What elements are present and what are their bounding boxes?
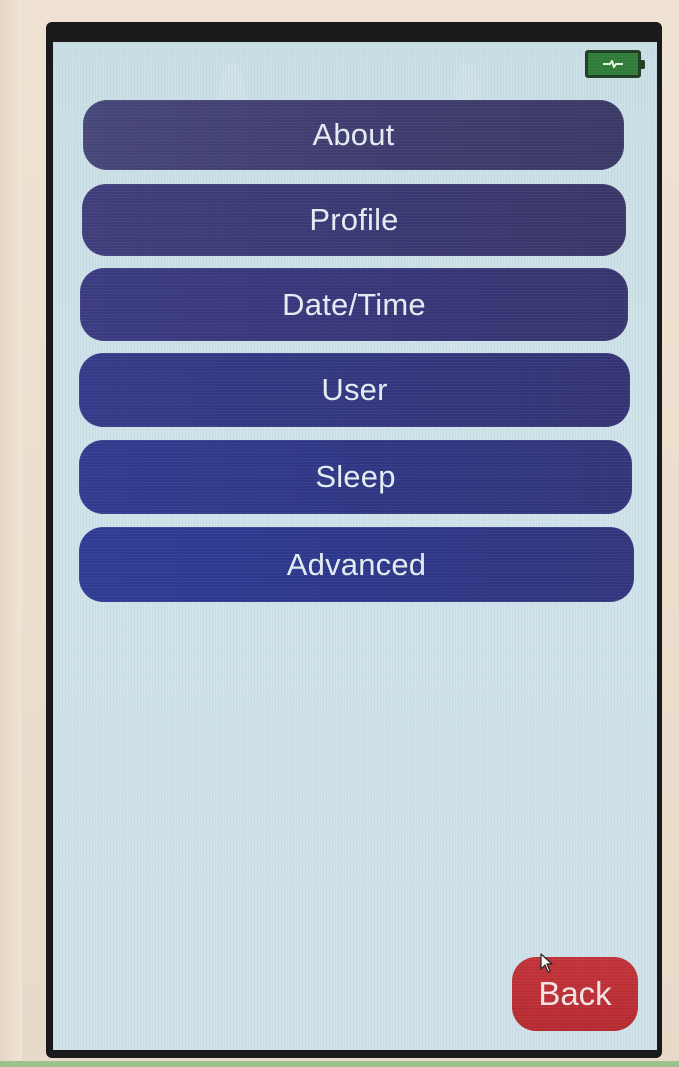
user-button[interactable]: User <box>79 353 630 427</box>
battery-charging-icon <box>585 50 645 78</box>
display-screen: About Profile Date/Time User Sleep Advan… <box>53 42 657 1050</box>
date-time-button[interactable]: Date/Time <box>80 268 628 341</box>
sleep-button-label: Sleep <box>315 459 396 494</box>
device-casing-edge <box>0 0 22 1067</box>
back-button-label: Back <box>538 975 612 1012</box>
sleep-button[interactable]: Sleep <box>79 440 632 514</box>
about-button-label: About <box>312 117 395 152</box>
advanced-button[interactable]: Advanced <box>79 527 634 602</box>
charging-bolt-icon <box>603 60 623 68</box>
profile-button-label: Profile <box>309 202 399 237</box>
profile-button[interactable]: Profile <box>82 184 626 256</box>
device-base-strip <box>0 1061 679 1067</box>
about-button[interactable]: About <box>83 100 624 170</box>
advanced-button-label: Advanced <box>286 546 427 582</box>
date-time-button-label: Date/Time <box>282 286 426 322</box>
user-button-label: User <box>321 372 388 407</box>
mouse-pointer-icon <box>540 953 553 973</box>
back-button[interactable]: Back <box>512 957 638 1031</box>
